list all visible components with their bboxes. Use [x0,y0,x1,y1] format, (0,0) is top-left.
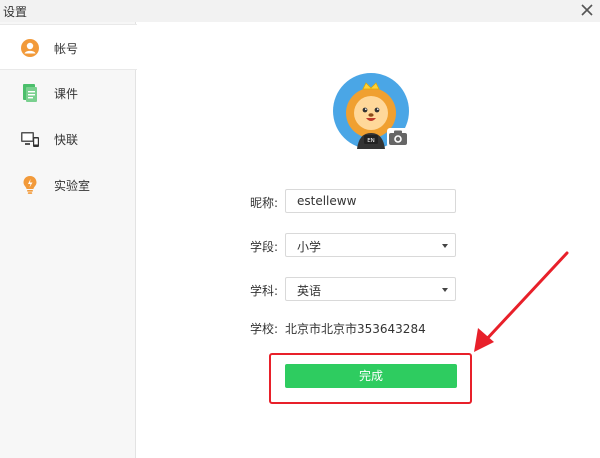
nickname-value: estelleww [297,194,357,208]
stage-select[interactable]: 小学 [285,233,456,257]
camera-icon[interactable] [387,128,409,147]
stage-label: 学段: [250,240,279,254]
chevron-down-icon [442,244,448,248]
chevron-down-icon [442,288,448,292]
sidebar-item-account[interactable]: 帐号 [0,24,137,70]
subject-label: 学科: [250,284,279,298]
school-label: 学校: [250,322,279,336]
school-value: 北京市北京市353643284 [285,322,426,336]
lab-bulb-icon [23,176,37,194]
sidebar-item-label: 快联 [54,133,79,147]
annotation-highlight-box [269,353,472,404]
sidebar-item-label: 实验室 [54,179,91,193]
close-icon [581,4,593,16]
window-title: 设置 [3,5,28,19]
subject-value: 英语 [297,284,322,298]
title-bar: 设置 [0,0,600,22]
avatar-badge-text: EN [367,138,375,144]
stage-value: 小学 [297,240,322,254]
nickname-input[interactable]: estelleww [285,189,456,213]
user-icon [21,39,39,57]
quick-connect-icon [21,132,39,147]
subject-select[interactable]: 英语 [285,277,456,301]
nickname-label: 昵称: [250,196,279,210]
close-button[interactable] [578,1,596,19]
sidebar-item-label: 课件 [54,87,79,101]
sidebar-item-label: 帐号 [54,42,79,56]
sidebar-item-courseware[interactable]: 课件 [0,70,136,116]
sidebar: 帐号 课件 快联 实验室 [0,22,137,458]
annotation-arrow-icon [474,251,569,352]
sidebar-item-lab[interactable]: 实验室 [0,162,136,208]
courseware-icon [23,84,37,102]
sidebar-item-quick-connect[interactable]: 快联 [0,116,136,162]
